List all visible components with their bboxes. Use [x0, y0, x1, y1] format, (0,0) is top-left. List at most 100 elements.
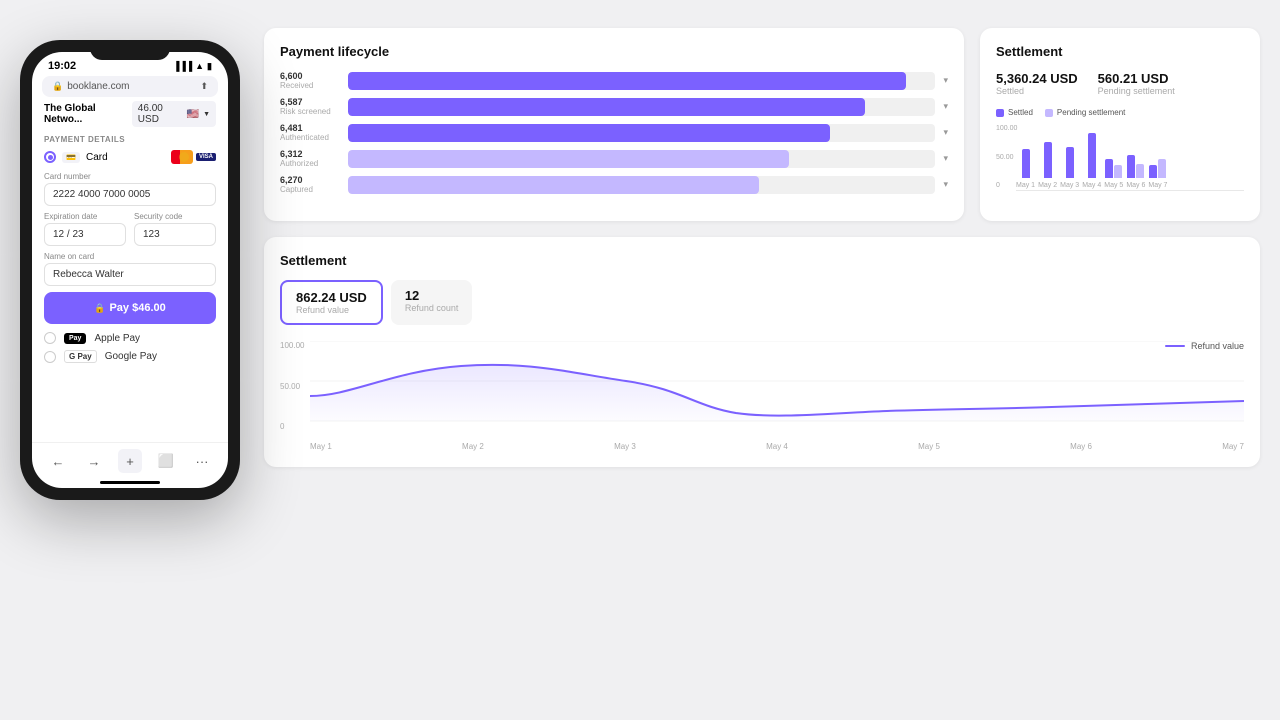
visa-icon: VISA: [196, 153, 216, 161]
bc-settled-bar: [1088, 133, 1096, 179]
lc-meta: 6,481 Authenticated: [280, 123, 340, 142]
refund-value-tab[interactable]: 862.24 USD Refund value: [280, 280, 383, 325]
forward-button[interactable]: →: [82, 449, 106, 473]
lc-bar: [348, 150, 789, 168]
phone-content: The Global Netwo... 46.00 USD 🇺🇸 ▼ PAYME…: [32, 101, 228, 442]
bc-pending-bar: [1158, 159, 1166, 179]
bc-group: May 1: [1016, 149, 1035, 189]
bc-bar-pair: [1149, 159, 1166, 179]
bc-x-axis: [1016, 190, 1244, 191]
google-pay-radio[interactable]: [44, 351, 56, 363]
address-url: booklane.com: [67, 81, 129, 92]
pay-lock-icon: 🔒: [94, 303, 105, 314]
lc-label: Authorized: [280, 159, 340, 168]
lc-bar-container: [348, 124, 935, 142]
bc-bar-pair: [1105, 159, 1122, 179]
lifecycle-bar-row: 6,481 Authenticated ▾: [280, 123, 948, 142]
apple-pay-label: Apple Pay: [94, 333, 140, 344]
pay-button-label: Pay $46.00: [109, 302, 165, 314]
name-input[interactable]: Rebecca Walter: [44, 263, 216, 286]
refund-tabs: 862.24 USD Refund value 12 Refund count: [280, 280, 1244, 325]
card-brands: VISA: [171, 150, 216, 164]
lc-bar-container: [348, 72, 935, 90]
name-label: Name on card: [44, 252, 216, 261]
bc-settled-bar: [1149, 165, 1157, 178]
bc-x-label: May 5: [1104, 182, 1123, 189]
lc-x-labels: May 1 May 2 May 3 May 4 May 5 May 6 May …: [310, 442, 1244, 451]
lc-bar: [348, 176, 759, 194]
phone-screen: 19:02 ▐▐▐ ▲ ▮ 🔒 booklane.com ⬆: [32, 52, 228, 488]
alt-methods: Pay Apple Pay G Pay Google Pay: [44, 332, 216, 369]
amount-badge: 46.00 USD 🇺🇸 ▼: [132, 101, 216, 127]
bc-x-label: May 1: [1016, 182, 1035, 189]
bc-group: May 5: [1104, 159, 1123, 190]
amount-value: 46.00 USD: [138, 103, 183, 125]
lifecycle-panel: Payment lifecycle 6,600 Received ▾ 6,587…: [264, 28, 964, 221]
refund-value: 862.24 USD: [296, 290, 367, 305]
status-icons: ▐▐▐ ▲ ▮: [173, 61, 212, 72]
new-tab-button[interactable]: +: [118, 449, 142, 473]
lc-legend: Refund value: [1165, 341, 1244, 351]
pending-label: Pending settlement: [1098, 86, 1175, 96]
lc-bar: [348, 72, 906, 90]
expiry-input[interactable]: 12 / 23: [44, 223, 126, 246]
lc-value: 6,481: [280, 123, 340, 133]
expiry-cvv-row: Expiration date 12 / 23 Security code 12…: [44, 212, 216, 246]
bc-x-label: May 7: [1148, 182, 1167, 189]
battery-icon: ▮: [207, 61, 212, 72]
bc-bar-pair: [1044, 142, 1052, 178]
lc-bar: [348, 124, 830, 142]
bc-y-labels: 100.00 50.00 0: [996, 125, 1017, 189]
lc-bar-container: [348, 176, 935, 194]
refund-value-label: Refund value: [296, 305, 367, 315]
card-radio[interactable]: [44, 151, 56, 163]
back-button[interactable]: ←: [46, 449, 70, 473]
bc-group: May 4: [1082, 133, 1101, 190]
lifecycle-bars: 6,600 Received ▾ 6,587 Risk screened ▾ 6…: [280, 71, 948, 194]
payment-method-row[interactable]: 💳 Card VISA: [44, 150, 216, 164]
settled-legend: Settled: [996, 108, 1033, 117]
lc-bar-container: [348, 150, 935, 168]
lc-value: 6,600: [280, 71, 340, 81]
lc-chevron-icon: ▾: [943, 179, 948, 190]
bc-x-label: May 6: [1126, 182, 1145, 189]
bc-x-label: May 2: [1038, 182, 1057, 189]
address-lock-icon: 🔒: [52, 81, 63, 92]
lc-value: 6,270: [280, 175, 340, 185]
pay-button[interactable]: 🔒 Pay $46.00: [44, 292, 216, 324]
share-icon: ⬆: [200, 81, 208, 92]
tabs-button[interactable]: ⬜: [154, 449, 178, 473]
settled-legend-dot: [996, 109, 1004, 117]
lc-chevron-icon: ▾: [943, 153, 948, 164]
google-pay-row[interactable]: G Pay Google Pay: [44, 350, 216, 363]
bc-bars: May 1May 2May 3May 4May 5May 6May 7: [1016, 133, 1244, 190]
top-panels: Payment lifecycle 6,600 Received ▾ 6,587…: [264, 28, 1260, 221]
lc-meta: 6,312 Authorized: [280, 149, 340, 168]
cvv-input[interactable]: 123: [134, 223, 216, 246]
flag-icon: 🇺🇸: [187, 109, 199, 120]
lifecycle-bar-row: 6,587 Risk screened ▾: [280, 97, 948, 116]
apple-pay-radio[interactable]: [44, 332, 56, 344]
refund-count-tab[interactable]: 12 Refund count: [391, 280, 473, 325]
bc-settled-bar: [1022, 149, 1030, 178]
mastercard-icon: [171, 150, 193, 164]
card-number-input[interactable]: 2222 4000 7000 0005: [44, 183, 216, 206]
address-bar[interactable]: 🔒 booklane.com ⬆: [42, 76, 218, 97]
bc-group: May 2: [1038, 142, 1057, 189]
lc-legend-label: Refund value: [1191, 341, 1244, 351]
more-button[interactable]: ···: [190, 449, 214, 473]
lifecycle-bar-row: 6,312 Authorized ▾: [280, 149, 948, 168]
signal-icon: ▐▐▐: [173, 61, 192, 71]
lc-chevron-icon: ▾: [943, 75, 948, 86]
card-icon: 💳: [62, 152, 80, 163]
payment-details-label: PAYMENT DETAILS: [44, 135, 216, 144]
google-pay-logo: G Pay: [64, 350, 97, 363]
pending-legend-dot: [1045, 109, 1053, 117]
dropdown-icon: ▼: [203, 111, 210, 118]
bc-bar-pair: [1022, 149, 1030, 178]
phone-device: 19:02 ▐▐▐ ▲ ▮ 🔒 booklane.com ⬆: [20, 40, 240, 500]
lc-meta: 6,600 Received: [280, 71, 340, 90]
settlement-bottom-title: Settlement: [280, 253, 1244, 268]
apple-pay-row[interactable]: Pay Apple Pay: [44, 332, 216, 344]
card-number-label: Card number: [44, 172, 216, 181]
